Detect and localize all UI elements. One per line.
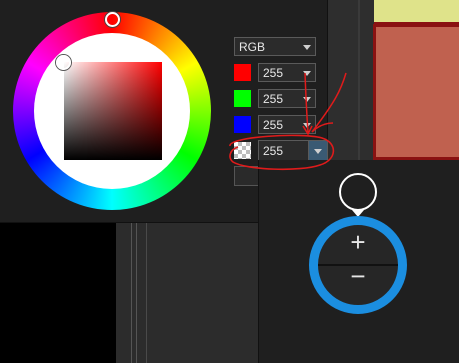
alpha-channel-field[interactable]: 255	[258, 140, 328, 161]
green-channel-value: 255	[263, 92, 284, 106]
divider-line	[136, 222, 137, 363]
blue-channel-field[interactable]: 255	[258, 115, 316, 134]
zoom-reset-button[interactable]	[339, 173, 377, 211]
blue-channel-swatch	[234, 116, 251, 133]
chevron-down-icon	[303, 97, 311, 102]
canvas-shape-yellow[interactable]	[374, 0, 459, 24]
color-mode-select[interactable]: RGB	[234, 37, 316, 56]
red-channel-swatch	[234, 64, 251, 81]
zoom-out-button[interactable]: −	[338, 261, 378, 291]
chevron-down-icon	[303, 123, 311, 128]
saturation-value-handle[interactable]	[56, 55, 71, 70]
red-channel-field[interactable]: 255	[258, 63, 316, 82]
divider-line	[358, 0, 360, 160]
chevron-down-icon	[303, 45, 311, 50]
color-mode-value: RGB	[239, 40, 266, 54]
divider-line	[146, 222, 147, 363]
workspace-background	[0, 222, 116, 363]
chevron-down-icon	[314, 149, 322, 154]
canvas-shape-red[interactable]	[373, 24, 459, 160]
hue-handle[interactable]	[105, 12, 120, 27]
blue-channel-value: 255	[263, 118, 284, 132]
alpha-dropdown-button[interactable]	[308, 141, 327, 160]
zoom-in-button[interactable]: +	[338, 227, 378, 257]
divider-line	[131, 222, 132, 363]
chevron-down-icon	[303, 71, 311, 76]
workspace-strip	[116, 222, 260, 363]
red-channel-value: 255	[263, 66, 284, 80]
green-channel-field[interactable]: 255	[258, 89, 316, 108]
alpha-channel-value: 255	[263, 144, 284, 158]
checkerboard-icon	[234, 142, 251, 159]
green-channel-swatch	[234, 90, 251, 107]
saturation-value-square[interactable]	[64, 62, 162, 160]
